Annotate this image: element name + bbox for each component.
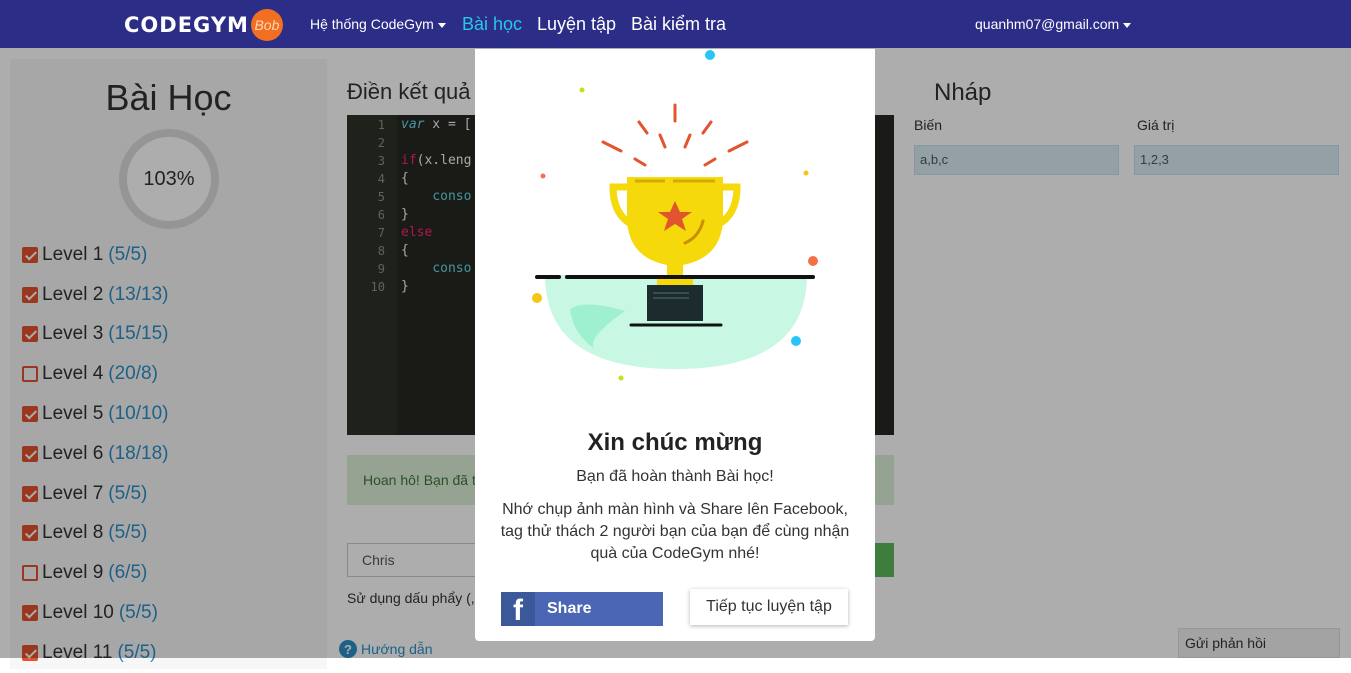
logo-badge: Bob <box>250 9 283 41</box>
nav-test[interactable]: Bài kiểm tra <box>631 0 726 48</box>
share-label: Share <box>547 600 592 617</box>
modal-message: Nhớ chụp ảnh màn hình và Share lên Faceb… <box>500 501 850 562</box>
nav-lesson[interactable]: Bài học <box>462 0 522 48</box>
nav-practice[interactable]: Luyện tập <box>537 0 616 48</box>
top-navbar: CODEGYM Bob Hệ thống CodeGym Bài học Luy… <box>0 0 1351 48</box>
facebook-icon: f <box>501 592 535 626</box>
nav-system-menu[interactable]: Hệ thống CodeGym <box>310 0 446 48</box>
modal-title: Xin chúc mừng <box>587 429 763 456</box>
chevron-down-icon <box>437 22 446 28</box>
continue-practice-button[interactable]: Tiếp tục luyện tập <box>690 589 848 625</box>
nav-system-label: Hệ thống CodeGym <box>310 16 434 32</box>
trophy-illustration <box>532 50 818 381</box>
logo-text: CODEGYM <box>124 13 249 37</box>
user-menu[interactable]: quanhm07@gmail.com <box>975 0 1132 48</box>
user-email: quanhm07@gmail.com <box>975 16 1120 32</box>
facebook-share-button[interactable]: f Share <box>501 592 663 626</box>
codegym-logo[interactable]: CODEGYM Bob <box>124 9 283 41</box>
modal-subtitle: Bạn đã hoàn thành Bài học! <box>576 468 774 485</box>
chevron-down-icon <box>1123 22 1132 28</box>
congrats-modal: Xin chúc mừng Bạn đã hoàn thành Bài học!… <box>475 49 875 641</box>
